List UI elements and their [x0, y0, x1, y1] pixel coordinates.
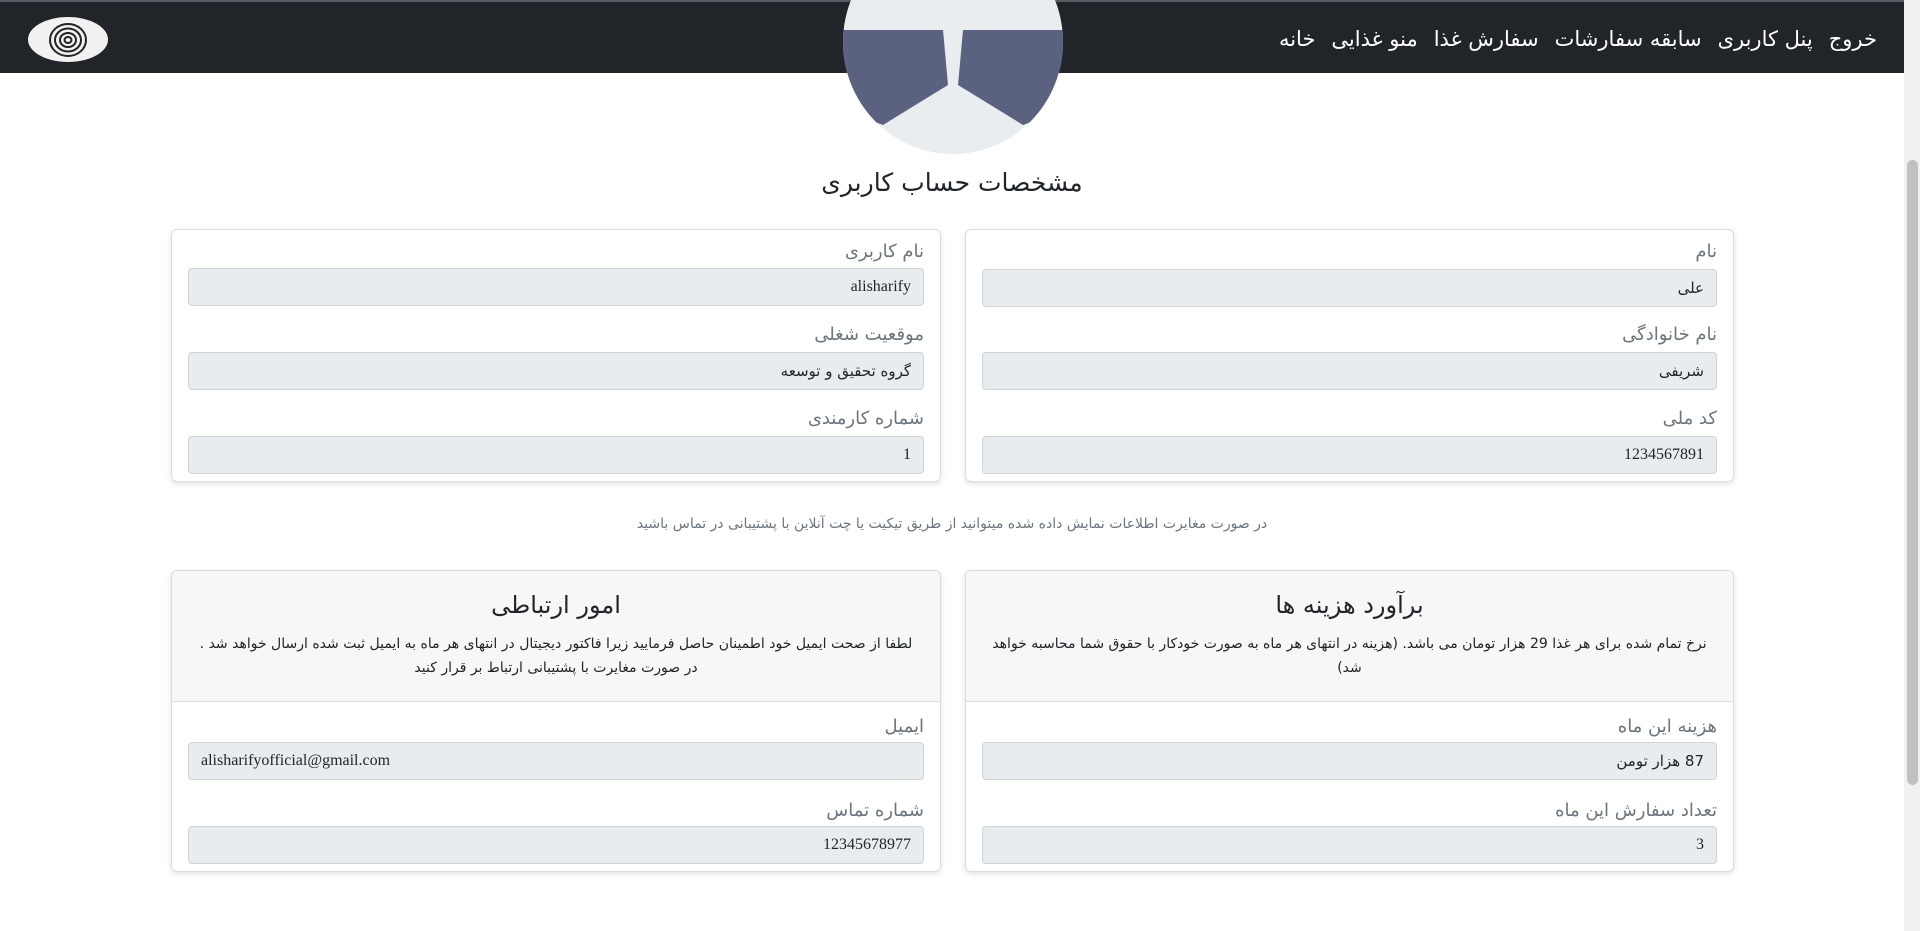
national-code-label: کد ملی	[1662, 408, 1717, 429]
cost-card-description: نرخ تمام شده برای هر غذا 29 هزار تومان م…	[992, 636, 1707, 676]
last-name-field[interactable]	[982, 352, 1717, 390]
page-title: مشخصات حساب کاربری	[821, 168, 1083, 197]
nav-order-history[interactable]: سابقه سفارشات	[1555, 27, 1702, 51]
cost-card-header: برآورد هزینه ها نرخ تمام شده برای هر غذا…	[966, 571, 1733, 702]
order-count-field[interactable]	[982, 826, 1717, 864]
avatar	[843, 0, 1063, 154]
nav-order-food[interactable]: سفارش غذا	[1434, 27, 1539, 51]
scrollbar-thumb[interactable]	[1907, 160, 1918, 785]
cost-estimate-card: برآورد هزینه ها نرخ تمام شده برای هر غذا…	[965, 570, 1734, 872]
nav-links: خانه منو غذایی سفارش غذا سابقه سفارشات پ…	[1279, 2, 1877, 75]
nav-user-panel[interactable]: پنل کاربری	[1718, 27, 1813, 51]
national-code-field[interactable]	[982, 436, 1717, 474]
month-cost-label: هزینه این ماه	[1617, 716, 1717, 737]
employee-number-label: شماره کارمندی	[807, 408, 924, 429]
logo[interactable]	[28, 17, 108, 62]
month-cost-field[interactable]	[982, 742, 1717, 780]
employee-number-field[interactable]	[188, 436, 924, 474]
nav-logout[interactable]: خروج	[1829, 27, 1877, 51]
nav-food-menu[interactable]: منو غذایی	[1331, 27, 1417, 51]
first-name-field[interactable]	[982, 269, 1717, 307]
contact-card-header: امور ارتباطی لطفا از صحت ایمیل خود اطمین…	[172, 571, 940, 702]
discrepancy-notice: در صورت مغایرت اطلاعات نمایش داده شده می…	[636, 516, 1268, 532]
order-count-label: تعداد سفارش این ماه	[1555, 800, 1717, 821]
fingerprint-logo-icon	[49, 22, 87, 57]
nav-home[interactable]: خانه	[1279, 27, 1315, 51]
job-position-field[interactable]	[188, 352, 924, 390]
cost-card-title: برآورد هزینه ها	[1275, 591, 1424, 619]
personal-info-card: نام نام خانوادگی کد ملی	[965, 229, 1734, 482]
contact-card-title: امور ارتباطی	[491, 591, 621, 619]
email-field[interactable]	[188, 742, 924, 780]
account-info-card: نام کاربری موقعیت شغلی شماره کارمندی	[171, 229, 941, 482]
first-name-label: نام	[1695, 241, 1717, 262]
username-field[interactable]	[188, 268, 924, 306]
username-label: نام کاربری	[844, 241, 924, 262]
contact-card-description: لطفا از صحت ایمیل خود اطمینان حاصل فرمای…	[199, 636, 913, 676]
page-scrollbar[interactable]	[1904, 0, 1920, 931]
phone-field[interactable]	[188, 826, 924, 864]
contact-card: امور ارتباطی لطفا از صحت ایمیل خود اطمین…	[171, 570, 941, 872]
phone-label: شماره تماس	[826, 800, 924, 821]
email-label: ایمیل	[884, 716, 924, 737]
job-position-label: موقعیت شغلی	[814, 324, 924, 345]
last-name-label: نام خانوادگی	[1622, 324, 1717, 345]
user-silhouette-icon	[843, 30, 1063, 130]
